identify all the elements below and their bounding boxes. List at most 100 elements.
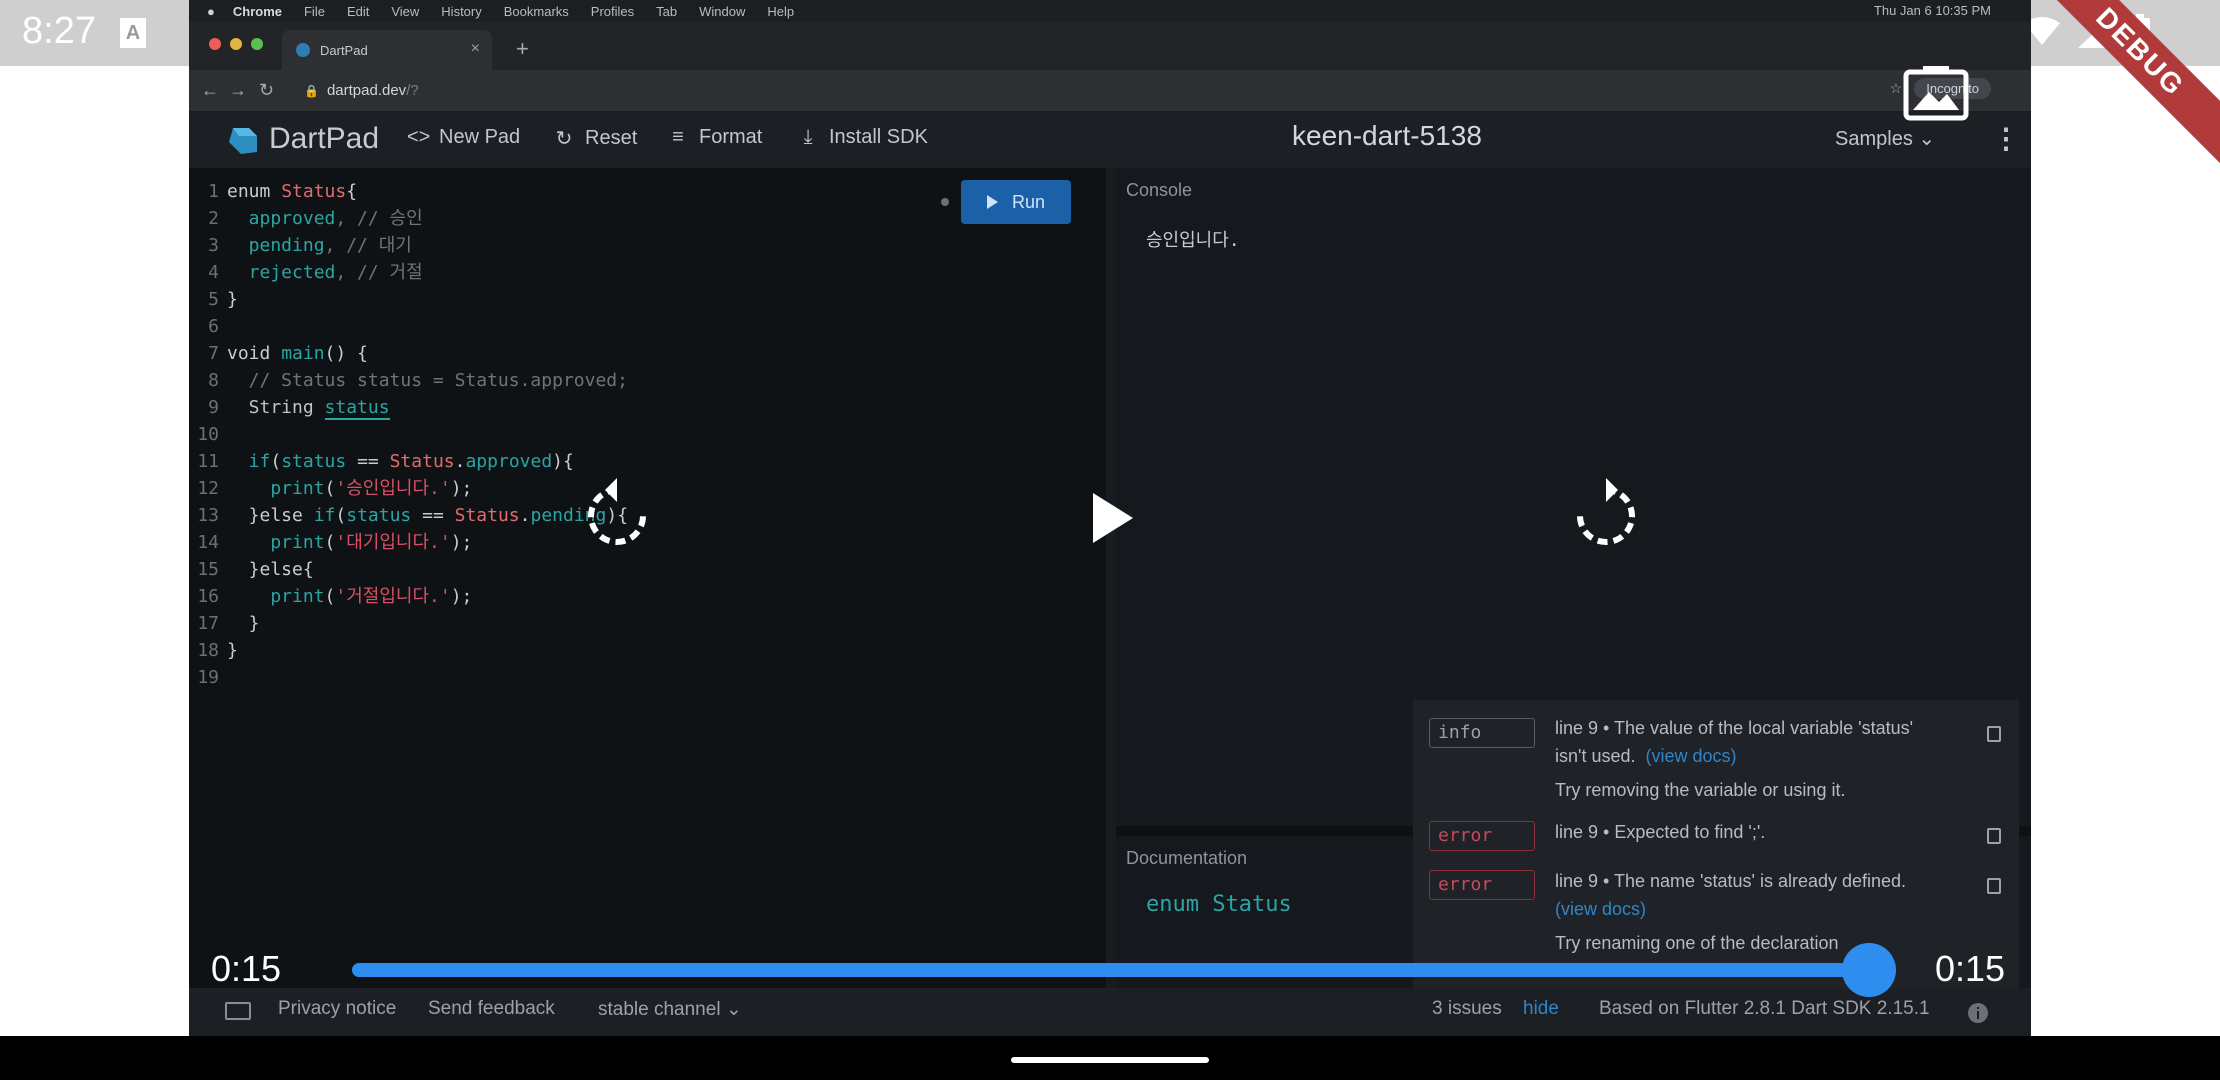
issue-line: line 9 • The value of the local variable… xyxy=(1555,718,1914,738)
token: enum xyxy=(227,181,282,202)
issue-text[interactable]: line 9 • The value of the local variable… xyxy=(1555,714,1913,804)
format-button[interactable]: ≡ Format xyxy=(667,126,762,149)
install-sdk-button[interactable]: ⤓ Install SDK xyxy=(797,126,928,149)
new-pad-label: New Pad xyxy=(439,126,521,148)
url-host: dartpad.dev xyxy=(326,82,407,99)
star-icon: ☆ xyxy=(1889,80,1903,96)
token: '대기입니다.' xyxy=(335,532,451,553)
seek-bar[interactable] xyxy=(352,963,1868,977)
home-handle[interactable] xyxy=(1011,1057,1209,1063)
token: ( xyxy=(324,586,336,607)
token: ( xyxy=(324,532,336,553)
run-button[interactable]: Run xyxy=(961,180,1071,224)
format-label: Format xyxy=(699,126,763,148)
menu-clock-text: Thu Jan 6 10:35 PM xyxy=(1873,3,1991,18)
issues-panel: info line 9 • The value of the local var… xyxy=(1413,700,2019,990)
issue-line: line 9 • The name 'status' is already de… xyxy=(1555,871,1907,891)
send-feedback-link[interactable]: Send feedback xyxy=(428,998,555,1020)
code-line-8: 8 // Status status = Status.approved; xyxy=(189,367,628,394)
status-dot xyxy=(941,198,949,206)
chevron-down-icon: ⌄ xyxy=(1918,128,1936,150)
replay-icon[interactable] xyxy=(585,478,649,548)
tab-title: DartPad xyxy=(320,42,368,58)
code-line-9: 9 String status xyxy=(189,394,390,421)
reset-button[interactable]: ↻ Reset xyxy=(553,126,638,151)
menu-item: Edit xyxy=(346,3,370,19)
panel-splitter[interactable] xyxy=(1106,168,1116,988)
minimize-window-icon xyxy=(230,38,242,50)
pad-title: keen-dart-5138 xyxy=(1292,120,1482,151)
line-number: 9 xyxy=(208,397,219,418)
dartpad-brand: DartPad xyxy=(269,122,380,155)
code-line-18: 18} xyxy=(189,637,238,664)
console-label: Console xyxy=(1126,180,1193,200)
more-vert-icon[interactable]: ⋮ xyxy=(1992,122,2020,155)
line-number: 10 xyxy=(197,424,219,445)
view-docs-link[interactable]: (view docs) xyxy=(1646,746,1737,766)
line-number: 14 xyxy=(197,532,219,553)
token: ( xyxy=(324,478,336,499)
copy-icon[interactable] xyxy=(1987,878,2001,894)
notification-a-icon: A xyxy=(120,18,146,48)
token: Status xyxy=(389,451,455,472)
run-label: Run xyxy=(1011,191,1046,212)
token: { xyxy=(346,181,358,202)
code-line-11: 11 if(status == Status.approved){ xyxy=(189,448,574,475)
code-line-15: 15 }else{ xyxy=(189,556,314,583)
forward-icon[interactable] xyxy=(1574,478,1638,548)
url-path: /? xyxy=(406,82,419,99)
code-line-2: 2 approved, // 승인 xyxy=(189,205,423,232)
gallery-icon[interactable] xyxy=(1903,66,1969,122)
code-line-7: 7 void main() { xyxy=(189,340,368,367)
issue-text[interactable]: line 9 • Expected to find ';'. xyxy=(1555,818,1765,846)
documentation-label: Documentation xyxy=(1126,848,1248,868)
line-number: 5 xyxy=(208,289,219,310)
token: approved xyxy=(465,451,553,472)
view-docs-link[interactable]: (view docs) xyxy=(1555,895,1906,923)
install-sdk-label: Install SDK xyxy=(829,126,928,148)
token: == xyxy=(411,505,455,526)
code-editor[interactable]: 1 enum Status{ 2 approved, // 승인 3 pendin… xyxy=(189,168,1106,988)
code-line-13: 13 }else if(status == Status.pending){ xyxy=(189,502,628,529)
info-icon[interactable] xyxy=(1967,1002,1989,1024)
dartpad-header: DartPad <> New Pad ↻ Reset ≡ Format ⤓ In… xyxy=(189,112,2031,168)
privacy-notice-link[interactable]: Privacy notice xyxy=(278,998,396,1020)
format-align-icon: ≡ xyxy=(672,126,684,148)
keyboard-icon[interactable] xyxy=(225,1002,251,1020)
token: } xyxy=(227,613,260,634)
hide-issues-link[interactable]: hide xyxy=(1523,998,1559,1020)
download-icon: ⤓ xyxy=(803,126,813,148)
token: if xyxy=(227,451,271,472)
token: rejected xyxy=(227,262,336,283)
token: () { xyxy=(324,343,368,364)
new-pad-button[interactable]: <> New Pad xyxy=(407,126,520,149)
play-icon[interactable] xyxy=(1093,493,1133,543)
code-line-14: 14 print('대기입니다.'); xyxy=(189,529,472,556)
copy-icon[interactable] xyxy=(1987,726,2001,742)
seek-handle[interactable] xyxy=(1842,943,1896,997)
token: status xyxy=(346,505,412,526)
sdk-version: Based on Flutter 2.8.1 Dart SDK 2.15.1 xyxy=(1599,998,1930,1019)
back-icon: ← xyxy=(201,80,219,100)
browser-tab: DartPad × xyxy=(282,30,492,70)
token: }else xyxy=(227,505,314,526)
issues-count: 3 issues xyxy=(1432,998,1502,1019)
console-output: 승인입니다. xyxy=(1146,230,1240,251)
samples-dropdown[interactable]: Samples ⌄ xyxy=(1835,126,1935,151)
token: '승인입니다.' xyxy=(335,478,451,499)
token: , // 대기 xyxy=(324,235,412,256)
menu-app-name: Chrome xyxy=(232,3,282,19)
token: if xyxy=(313,505,336,526)
issue-line-2: isn't used. xyxy=(1555,746,1636,766)
apple-icon: ● xyxy=(207,3,215,19)
issue-hint: Try removing the variable or using it. xyxy=(1555,780,1846,800)
token: }else{ xyxy=(227,559,314,580)
issue-text[interactable]: line 9 • The name 'status' is already de… xyxy=(1555,867,1906,957)
code-icon: <> xyxy=(407,126,431,148)
channel-dropdown[interactable]: stable channel ⌄ xyxy=(598,998,742,1021)
menu-item: Tab xyxy=(656,3,678,19)
menu-item: Bookmarks xyxy=(503,3,569,19)
line-number: 12 xyxy=(197,478,219,499)
copy-icon[interactable] xyxy=(1987,828,2001,844)
code-line-17: 17 } xyxy=(189,610,260,637)
